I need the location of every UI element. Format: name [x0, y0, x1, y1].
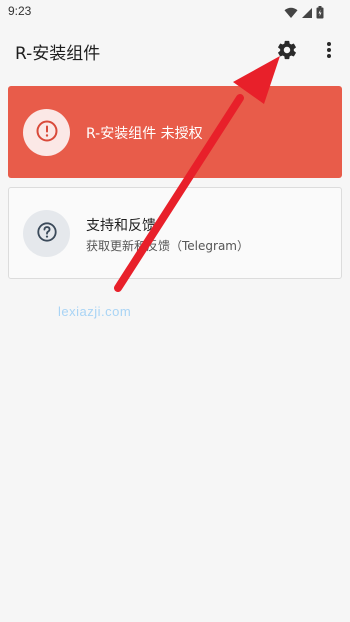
wifi-icon [284, 4, 298, 23]
unauthorized-title: R-安装组件 未授权 [86, 126, 203, 142]
alert-circle-icon [35, 119, 59, 147]
watermark: lexiazji.com [58, 304, 132, 319]
support-subtitle: 获取更新和反馈（Telegram） [86, 239, 249, 253]
settings-button[interactable] [273, 38, 301, 66]
settings-icon [276, 39, 298, 65]
signal-icon [301, 4, 313, 23]
alert-icon-badge [23, 109, 70, 156]
more-vert-icon [326, 41, 332, 63]
status-bar: 9:23 [0, 0, 350, 26]
more-options-button[interactable] [318, 38, 340, 66]
app-bar: R-安装组件 [0, 26, 350, 76]
battery-icon [316, 4, 324, 23]
help-circle-icon [36, 221, 58, 247]
unauthorized-card[interactable]: R-安装组件 未授权 [8, 86, 342, 178]
support-title: 支持和反馈 [86, 218, 156, 234]
page-title: R-安装组件 [15, 44, 101, 64]
status-time: 9:23 [8, 4, 32, 18]
status-icons [284, 4, 324, 23]
support-card[interactable]: 支持和反馈 获取更新和反馈（Telegram） [8, 187, 342, 279]
help-icon-badge [23, 210, 70, 257]
